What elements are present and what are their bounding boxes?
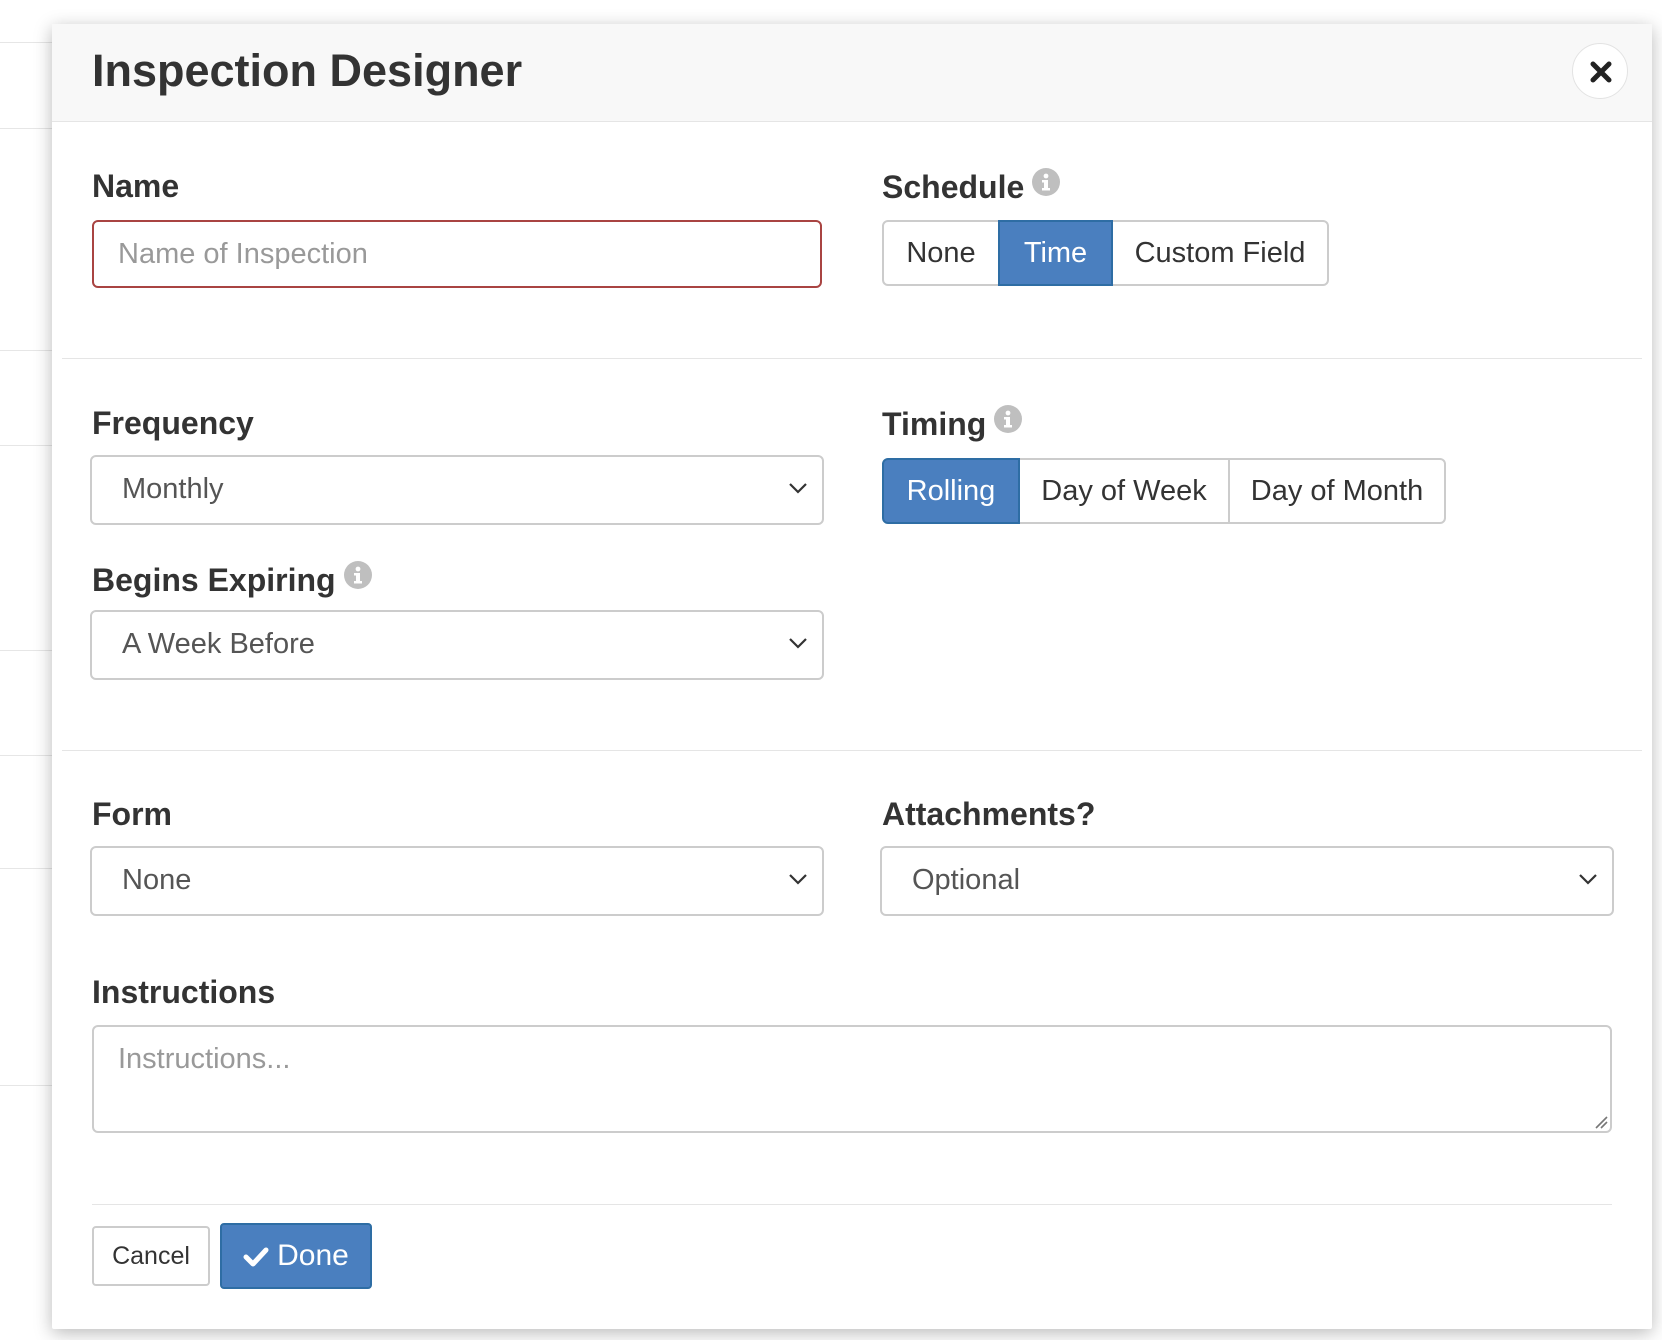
background-divider bbox=[0, 755, 52, 756]
done-button-label: Done bbox=[277, 1239, 349, 1272]
name-input[interactable] bbox=[92, 220, 822, 288]
schedule-option-none[interactable]: None bbox=[882, 220, 1000, 286]
chevron-down-icon bbox=[789, 874, 807, 885]
name-label: Name bbox=[92, 168, 179, 204]
close-icon bbox=[1590, 61, 1612, 83]
timing-button-group: Rolling Day of Week Day of Month bbox=[882, 458, 1446, 524]
resize-handle-icon[interactable] bbox=[1594, 1115, 1608, 1129]
attachments-label-text: Attachments? bbox=[882, 796, 1096, 832]
chevron-down-icon bbox=[789, 483, 807, 494]
section-divider bbox=[62, 358, 1642, 359]
frequency-value: Monthly bbox=[122, 473, 224, 505]
frequency-label: Frequency bbox=[92, 405, 254, 441]
form-label-text: Form bbox=[92, 796, 172, 832]
chevron-down-icon bbox=[1579, 874, 1597, 885]
background-divider bbox=[0, 445, 52, 446]
timing-label-text: Timing bbox=[882, 406, 987, 442]
footer-divider bbox=[92, 1204, 1612, 1205]
form-value: None bbox=[122, 864, 192, 896]
begins-expiring-label: Begins Expiring bbox=[92, 561, 372, 598]
background-divider bbox=[0, 868, 52, 869]
instructions-label: Instructions bbox=[92, 974, 275, 1010]
timing-option-rolling[interactable]: Rolling bbox=[882, 458, 1020, 524]
frequency-select[interactable]: Monthly bbox=[90, 455, 824, 525]
modal-header: Inspection Designer bbox=[52, 24, 1652, 122]
background-divider bbox=[0, 1085, 52, 1086]
timing-option-day-of-month[interactable]: Day of Month bbox=[1228, 458, 1446, 524]
attachments-label: Attachments? bbox=[882, 796, 1095, 832]
schedule-option-time[interactable]: Time bbox=[998, 220, 1113, 286]
instructions-textarea[interactable] bbox=[92, 1025, 1612, 1133]
attachments-value: Optional bbox=[912, 864, 1021, 896]
form-select[interactable]: None bbox=[90, 846, 824, 916]
info-icon[interactable] bbox=[994, 405, 1023, 433]
background-divider bbox=[0, 350, 52, 351]
form-label: Form bbox=[92, 796, 172, 832]
cancel-button[interactable]: Cancel bbox=[92, 1226, 210, 1286]
background-divider bbox=[0, 650, 52, 651]
begins-expiring-label-text: Begins Expiring bbox=[92, 562, 336, 598]
schedule-label: Schedule bbox=[882, 168, 1061, 205]
background-divider bbox=[0, 128, 52, 129]
begins-expiring-select[interactable]: A Week Before bbox=[90, 610, 824, 680]
close-button[interactable] bbox=[1572, 43, 1628, 99]
timing-option-day-of-week[interactable]: Day of Week bbox=[1018, 458, 1230, 524]
section-divider bbox=[62, 750, 1642, 751]
inspection-designer-modal: Inspection Designer Name Schedule None T… bbox=[52, 24, 1652, 1329]
chevron-down-icon bbox=[789, 638, 807, 649]
name-label-text: Name bbox=[92, 168, 180, 204]
schedule-label-text: Schedule bbox=[882, 169, 1025, 205]
schedule-button-group: None Time Custom Field bbox=[882, 220, 1329, 286]
frequency-label-text: Frequency bbox=[92, 405, 254, 441]
background-divider bbox=[0, 42, 52, 43]
timing-label: Timing bbox=[882, 405, 1023, 442]
instructions-label-text: Instructions bbox=[92, 974, 276, 1010]
schedule-option-custom-field[interactable]: Custom Field bbox=[1111, 220, 1329, 286]
begins-expiring-value: A Week Before bbox=[122, 628, 315, 660]
info-icon[interactable] bbox=[1032, 168, 1061, 196]
check-icon bbox=[243, 1247, 269, 1267]
info-icon[interactable] bbox=[343, 561, 372, 589]
modal-title: Inspection Designer bbox=[92, 45, 523, 96]
done-button[interactable]: Done bbox=[220, 1223, 372, 1289]
attachments-select[interactable]: Optional bbox=[880, 846, 1614, 916]
